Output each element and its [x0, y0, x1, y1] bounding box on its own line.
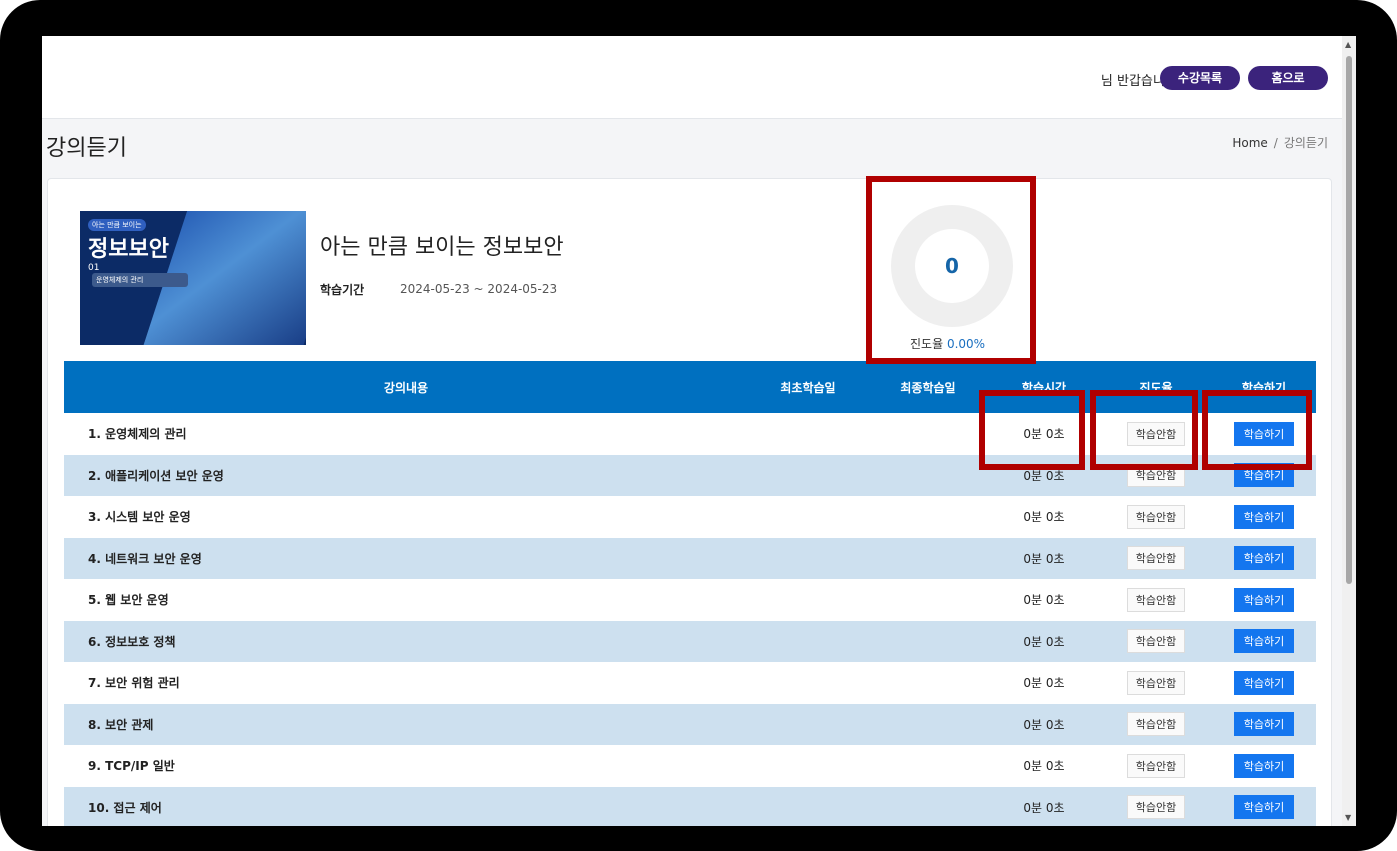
highlight-box-action — [1202, 390, 1312, 470]
progress-status: 학습안함 — [1126, 795, 1186, 820]
highlight-box-status — [1090, 390, 1198, 470]
home-button[interactable]: 홈으로 — [1248, 66, 1328, 90]
period-value: 2024-05-23 ~ 2024-05-23 — [400, 282, 558, 296]
table-row: 6. 정보보호 정책 0분 0초 학습안함 학습하기 — [64, 620, 1316, 663]
first-study-date — [748, 579, 868, 621]
scroll-up-arrow-icon[interactable]: ▲ — [1345, 40, 1351, 49]
study-button[interactable]: 학습하기 — [1233, 629, 1295, 654]
breadcrumb-current: 강의듣기 — [1283, 136, 1328, 150]
table-row: 4. 네트워크 보안 운영 0분 0초 학습안함 학습하기 — [64, 537, 1316, 580]
progress-status: 학습안함 — [1126, 504, 1186, 529]
progress-status: 학습안함 — [1126, 546, 1186, 571]
browser-viewport: 님 반갑습니다! 수강목록 홈으로 강의듣기 Home / 강의듣기 아는 만큼 보… — [42, 36, 1342, 826]
progress-status: 학습안함 — [1126, 587, 1186, 612]
table-row: 9. TCP/IP 일반 0분 0초 학습안함 학습하기 — [64, 745, 1316, 787]
progress-status: 학습안함 — [1126, 670, 1186, 695]
first-study-date — [748, 621, 868, 663]
first-study-date — [748, 662, 868, 704]
table-row: 8. 보안 관제 0분 0초 학습안함 학습하기 — [64, 703, 1316, 746]
lecture-title[interactable]: 3. 시스템 보안 운영 — [64, 496, 748, 538]
first-study-date — [748, 455, 868, 497]
lecture-title[interactable]: 7. 보안 위험 관리 — [64, 662, 748, 704]
study-time: 0분 0초 — [1023, 676, 1065, 691]
study-time: 0분 0초 — [1023, 510, 1065, 525]
courses-button[interactable]: 수강목록 — [1160, 66, 1240, 90]
last-study-date — [868, 704, 988, 746]
lecture-title[interactable]: 2. 애플리케이션 보안 운영 — [64, 455, 748, 497]
progress-status: 학습안함 — [1126, 753, 1186, 778]
first-study-date — [748, 413, 868, 455]
lecture-title[interactable]: 8. 보안 관제 — [64, 704, 748, 746]
study-time: 0분 0초 — [1023, 759, 1065, 774]
last-study-date — [868, 579, 988, 621]
study-time: 0분 0초 — [1023, 634, 1065, 649]
progress-status: 학습안함 — [1126, 629, 1186, 654]
study-time: 0분 0초 — [1023, 717, 1065, 732]
scrollbar-thumb[interactable] — [1346, 56, 1352, 584]
study-button[interactable]: 학습하기 — [1233, 795, 1295, 820]
study-time: 0분 0초 — [1023, 800, 1065, 815]
last-study-date — [868, 787, 988, 827]
study-button[interactable]: 학습하기 — [1233, 670, 1295, 695]
last-study-date — [868, 413, 988, 455]
last-study-date — [868, 662, 988, 704]
first-study-date — [748, 704, 868, 746]
lecture-title[interactable]: 6. 정보보호 정책 — [64, 621, 748, 663]
lecture-title[interactable]: 1. 운영체제의 관리 — [64, 413, 748, 455]
vertical-scrollbar[interactable]: ▲ ▼ — [1342, 36, 1356, 826]
table-row: 3. 시스템 보안 운영 0분 0초 학습안함 학습하기 — [64, 496, 1316, 538]
thumbnail-title: 정보보안 — [88, 237, 169, 262]
table-row: 7. 보안 위험 관리 0분 0초 학습안함 학습하기 — [64, 662, 1316, 704]
lecture-title[interactable]: 9. TCP/IP 일반 — [64, 745, 748, 787]
last-study-date — [868, 745, 988, 787]
study-button[interactable]: 학습하기 — [1233, 753, 1295, 778]
study-time: 0분 0초 — [1023, 593, 1065, 608]
study-button[interactable]: 학습하기 — [1233, 712, 1295, 737]
course-thumbnail: 아는 만큼 보이는 정보보안 01 운영체제의 관리 — [80, 211, 306, 345]
study-time: 0분 0초 — [1023, 551, 1065, 566]
course-name: 아는 만큼 보이는 정보보안 — [320, 235, 564, 260]
lecture-title[interactable]: 4. 네트워크 보안 운영 — [64, 538, 748, 580]
thumbnail-subtitle: 운영체제의 관리 — [92, 273, 188, 287]
breadcrumb-separator: / — [1273, 136, 1278, 150]
highlight-box-progress — [866, 176, 1036, 364]
last-study-date — [868, 621, 988, 663]
breadcrumb: Home / 강의듣기 — [1232, 134, 1328, 151]
scroll-down-arrow-icon[interactable]: ▼ — [1345, 813, 1351, 822]
first-study-date — [748, 538, 868, 580]
column-header-content: 강의내용 — [383, 380, 429, 395]
progress-status: 학습안함 — [1126, 712, 1186, 737]
thumbnail-tag: 아는 만큼 보이는 — [88, 219, 146, 231]
first-study-date — [748, 745, 868, 787]
last-study-date — [868, 455, 988, 497]
study-button[interactable]: 학습하기 — [1233, 587, 1295, 612]
highlight-box-study-time — [979, 390, 1085, 470]
first-study-date — [748, 787, 868, 827]
study-button[interactable]: 학습하기 — [1233, 546, 1295, 571]
column-header-first-date: 최초학습일 — [780, 380, 836, 395]
last-study-date — [868, 496, 988, 538]
period-label: 학습기간 — [320, 283, 365, 297]
lecture-title[interactable]: 10. 접근 제어 — [64, 787, 748, 827]
page-title: 강의듣기 — [46, 136, 127, 161]
thumbnail-number: 01 — [88, 263, 100, 273]
top-header: 님 반갑습니다! 수강목록 홈으로 — [42, 36, 1342, 119]
first-study-date — [748, 496, 868, 538]
column-header-last-date: 최종학습일 — [900, 380, 956, 395]
table-row: 10. 접근 제어 0분 0초 학습안함 학습하기 — [64, 786, 1316, 827]
course-card: 아는 만큼 보이는 정보보안 01 운영체제의 관리 아는 만큼 보이는 정보보… — [47, 178, 1332, 826]
breadcrumb-home-link[interactable]: Home — [1232, 136, 1267, 150]
last-study-date — [868, 538, 988, 580]
table-row: 5. 웹 보안 운영 0분 0초 학습안함 학습하기 — [64, 579, 1316, 621]
study-button[interactable]: 학습하기 — [1233, 504, 1295, 529]
lecture-title[interactable]: 5. 웹 보안 운영 — [64, 579, 748, 621]
